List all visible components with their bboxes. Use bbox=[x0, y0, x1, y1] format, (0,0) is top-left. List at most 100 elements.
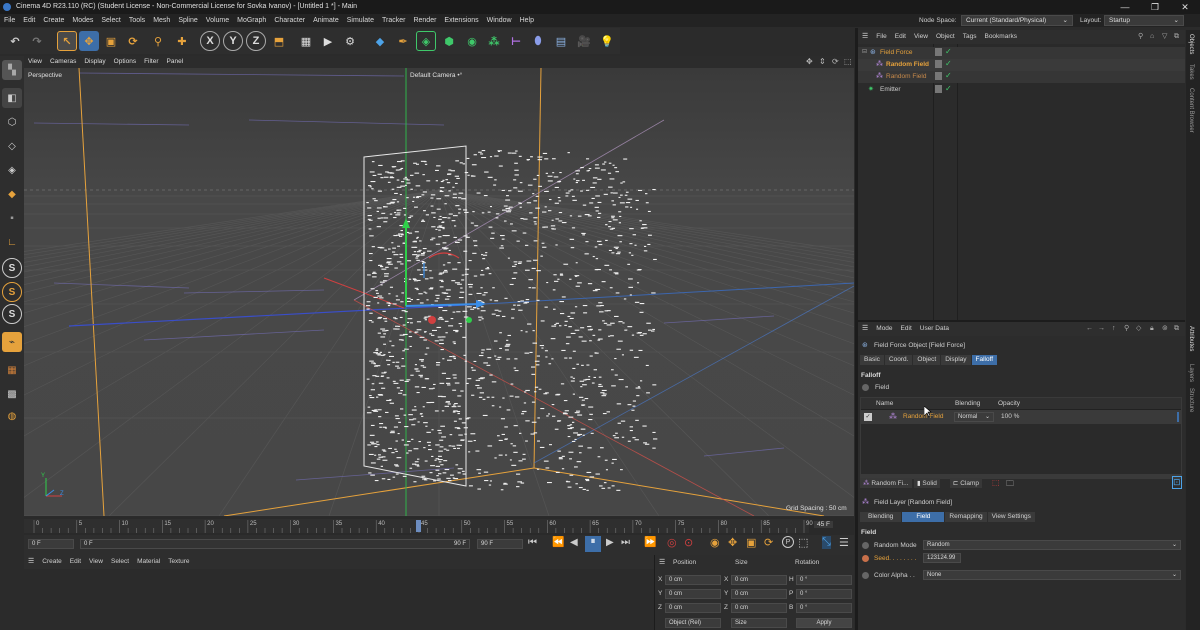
deformer-icon[interactable]: ⬢ bbox=[439, 31, 459, 51]
new-window-icon[interactable]: ⧉ bbox=[1174, 30, 1179, 44]
side-tab-layers[interactable]: Layers bbox=[1188, 364, 1194, 382]
visibility-toggle-icon[interactable] bbox=[935, 72, 942, 80]
node-space-dropdown[interactable]: Current (Standard/Physical) ⌄ bbox=[961, 15, 1073, 26]
locked-workplane-icon[interactable]: ▦ bbox=[2, 360, 22, 380]
tab-remapping[interactable]: Remapping bbox=[945, 512, 987, 522]
menu-tracker[interactable]: Tracker bbox=[378, 14, 409, 27]
menu-edit[interactable]: Edit bbox=[19, 14, 39, 27]
tab-blending[interactable]: Blending bbox=[860, 512, 902, 522]
generator-icon[interactable]: ◈ bbox=[416, 31, 436, 51]
pen-icon[interactable]: ✒ bbox=[393, 31, 413, 51]
viewport-move-icon[interactable]: ✥ bbox=[806, 56, 813, 68]
animate-dot-icon[interactable] bbox=[862, 384, 869, 391]
render-region-icon[interactable]: ▦ bbox=[296, 31, 316, 51]
material-menu-edit[interactable]: Edit bbox=[66, 555, 85, 569]
go-to-start-icon[interactable]: ⏮ bbox=[528, 537, 537, 548]
hamburger-icon[interactable]: ☰ bbox=[659, 558, 665, 566]
viewport-menu-view[interactable]: View bbox=[24, 56, 46, 68]
up-arrow-icon[interactable]: ↑ bbox=[1112, 322, 1116, 336]
tab-basic[interactable]: Basic bbox=[860, 355, 884, 365]
search-icon[interactable]: ⚲ bbox=[1138, 30, 1143, 44]
menu-volume[interactable]: Volume bbox=[202, 14, 233, 27]
motion-tracker-icon[interactable]: ⤡ bbox=[822, 536, 831, 549]
end-frame-field[interactable]: 90 F bbox=[477, 539, 523, 549]
collapse-icon[interactable]: ⊟ bbox=[862, 48, 867, 55]
maximize-button[interactable]: ❐ bbox=[1140, 0, 1170, 14]
close-button[interactable]: ✕ bbox=[1170, 0, 1200, 14]
undo-icon[interactable]: ↶ bbox=[5, 31, 25, 51]
uv-mode-icon[interactable]: ▪ bbox=[2, 208, 22, 228]
blending-dropdown[interactable]: Normal ⌄ bbox=[954, 412, 994, 422]
menu-extensions[interactable]: Extensions bbox=[440, 14, 482, 27]
hamburger-icon[interactable]: ☰ bbox=[858, 322, 872, 336]
move-tool-icon[interactable]: ✥ bbox=[79, 31, 99, 51]
object-menu-object[interactable]: Object bbox=[932, 30, 959, 44]
panel-divider[interactable] bbox=[855, 28, 858, 630]
object-row-emitter[interactable]: ✷ Emitter ✓ bbox=[858, 84, 1185, 96]
viewport-3d[interactable]: Perspective Default Camera •° Grid Spaci… bbox=[24, 68, 854, 516]
tab-field[interactable]: Field bbox=[902, 512, 945, 522]
viewport-menu-panel[interactable]: Panel bbox=[163, 56, 188, 68]
menu-animate[interactable]: Animate bbox=[309, 14, 343, 27]
texture-mode-icon[interactable]: ⬡ bbox=[2, 112, 22, 132]
key-pla-icon[interactable]: ⬚ bbox=[798, 536, 808, 549]
key-rotation-icon[interactable]: ⟳ bbox=[764, 536, 773, 549]
visibility-toggle-icon[interactable] bbox=[935, 48, 942, 56]
edges-mode-icon[interactable]: ◈ bbox=[2, 160, 22, 180]
workplane-icon[interactable]: ⌁ bbox=[2, 332, 22, 352]
enabled-check-icon[interactable]: ✓ bbox=[945, 47, 952, 56]
position-z-field[interactable]: 0 cm bbox=[665, 603, 721, 613]
folder-icon[interactable]: 🗀 bbox=[1006, 478, 1014, 492]
position-y-field[interactable]: 0 cm bbox=[665, 589, 721, 599]
add-solid-layer-button[interactable]: ▮ Solid bbox=[914, 478, 940, 488]
field-object-icon[interactable]: ⬚ bbox=[992, 478, 1000, 487]
menu-simulate[interactable]: Simulate bbox=[343, 14, 378, 27]
size-y-field[interactable]: 0 cm bbox=[731, 589, 787, 599]
menu-character[interactable]: Character bbox=[270, 14, 309, 27]
menu-select[interactable]: Select bbox=[97, 14, 124, 27]
bookmark-icon[interactable]: ◇ bbox=[1136, 322, 1141, 336]
transform-tool-icon[interactable]: ✚ bbox=[172, 31, 192, 51]
rotation-p-field[interactable]: 0 ° bbox=[796, 589, 852, 599]
make-editable-icon[interactable]: ▚ bbox=[2, 60, 22, 80]
autokey-icon[interactable]: ⊙ bbox=[684, 536, 693, 549]
menu-modes[interactable]: Modes bbox=[68, 14, 97, 27]
y-axis-icon[interactable]: Y bbox=[223, 31, 243, 51]
snap-icon[interactable]: S bbox=[2, 258, 22, 278]
random-mode-dropdown[interactable]: Random ⌄ bbox=[923, 540, 1181, 550]
keyframe-selection-icon[interactable]: ◉ bbox=[710, 536, 720, 549]
pause-icon[interactable]: ⏸ bbox=[585, 536, 601, 552]
menu-mesh[interactable]: Mesh bbox=[149, 14, 174, 27]
z-axis-icon[interactable]: Z bbox=[246, 31, 266, 51]
add-clamp-layer-button[interactable]: ⊏ Clamp bbox=[950, 478, 983, 488]
redo-icon[interactable]: ↷ bbox=[27, 31, 47, 51]
tab-view-settings[interactable]: View Settings bbox=[987, 512, 1035, 522]
side-tab-takes[interactable]: Takes bbox=[1188, 64, 1194, 80]
enable-checkbox[interactable]: ✓ bbox=[864, 413, 872, 421]
object-menu-bookmarks[interactable]: Bookmarks bbox=[980, 30, 1021, 44]
previous-key-icon[interactable]: ⏪ bbox=[552, 537, 564, 548]
animated-key-dot-icon[interactable] bbox=[862, 555, 869, 562]
spline-mask-icon[interactable]: ⊢ bbox=[506, 31, 526, 51]
cube-icon[interactable]: ◆ bbox=[370, 31, 390, 51]
enabled-check-icon[interactable]: ✓ bbox=[945, 71, 952, 80]
material-menu-material[interactable]: Material bbox=[133, 555, 164, 569]
object-menu-edit[interactable]: Edit bbox=[891, 30, 910, 44]
attr-menu-user-data[interactable]: User Data bbox=[916, 322, 953, 336]
object-row-random-field-1[interactable]: ⁂ Random Field ✓ bbox=[858, 59, 1185, 71]
next-frame-icon[interactable]: ▶ bbox=[606, 537, 614, 548]
seed-field[interactable]: 123124.99 bbox=[923, 553, 961, 563]
size-mode-dropdown[interactable]: Size bbox=[731, 618, 787, 628]
filter-icon[interactable]: ▽ bbox=[1162, 30, 1167, 44]
axis-mode-icon[interactable]: ∟ bbox=[2, 232, 22, 252]
size-x-field[interactable]: 0 cm bbox=[731, 575, 787, 585]
field-list-row[interactable]: ✓ ⁂ Random Field Normal ⌄ 100 % bbox=[861, 410, 1181, 424]
position-x-field[interactable]: 0 cm bbox=[665, 575, 721, 585]
layout-dropdown[interactable]: Startup ⌄ bbox=[1104, 15, 1184, 26]
object-menu-tags[interactable]: Tags bbox=[959, 30, 981, 44]
viewport-rotate-icon[interactable]: ⟳ bbox=[832, 56, 839, 68]
tab-falloff[interactable]: Falloff bbox=[971, 355, 998, 365]
settings-icon[interactable]: ⊚ bbox=[1162, 322, 1168, 336]
size-z-field[interactable]: 0 cm bbox=[731, 603, 787, 613]
side-tab-objects[interactable]: Objects bbox=[1188, 34, 1194, 54]
